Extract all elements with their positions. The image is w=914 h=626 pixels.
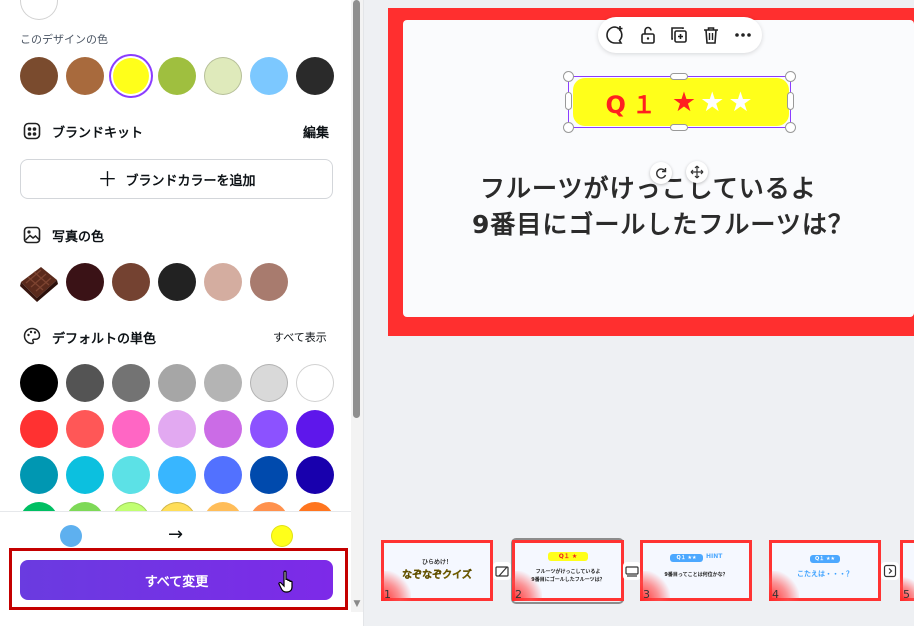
page-thumbnail-4[interactable]: Q１ ★★ こたえは・・・？ 4 [769, 540, 881, 601]
slide-text-line-1[interactable]: フルーツがけっこしているよ [480, 169, 817, 205]
resize-handle-tr[interactable] [785, 71, 796, 82]
rotate-icon[interactable] [650, 162, 672, 184]
thumb-3-badge: Q１ ★★ [670, 554, 703, 562]
page-number-2: 2 [515, 588, 522, 601]
color-panel: このデザインの色 ブランドキット 編集 ＋ ブランドカラーを追加 写真の色 デフ… [0, 0, 364, 626]
more-options-icon[interactable] [732, 24, 754, 46]
design-color-swatch[interactable] [113, 58, 149, 94]
photo-colors-title: 写真の色 [52, 230, 105, 245]
default-color-swatch[interactable] [20, 364, 58, 402]
hand-cursor-icon [278, 570, 293, 593]
resize-handle-top[interactable] [670, 73, 688, 80]
replace-arrow-icon: → [168, 524, 184, 545]
photo-color-swatch[interactable] [250, 263, 288, 301]
default-colors-title: デフォルトの単色 [52, 332, 157, 347]
replace-from-swatch [60, 525, 82, 547]
design-color-swatch[interactable] [250, 57, 288, 95]
photo-color-swatch[interactable] [66, 263, 104, 301]
resize-handle-left[interactable] [565, 92, 572, 110]
default-color-swatch[interactable] [204, 456, 242, 494]
brand-kit-edit-link[interactable]: 編集 [303, 122, 329, 141]
thumb-3-hint: HINT [706, 553, 723, 560]
photo-thumbnail-chocolate[interactable] [19, 262, 59, 302]
page-thumbnail-3[interactable]: Q１ ★★ HINT 9番目ってことは何位かな？ 3 [640, 540, 752, 601]
default-color-swatch[interactable] [250, 364, 288, 402]
page-thumbnail-1[interactable]: ひらめけ！ なぞなぞクイズ 1 [381, 540, 493, 601]
scrollbar-thumb[interactable] [353, 0, 360, 418]
design-color-swatch[interactable] [158, 57, 196, 95]
default-color-swatch[interactable] [296, 410, 334, 448]
default-color-swatch[interactable] [20, 456, 58, 494]
move-icon[interactable] [686, 161, 708, 183]
transition-icon[interactable] [881, 562, 899, 580]
plus-icon: ＋ [97, 167, 118, 191]
resize-handle-br[interactable] [785, 122, 796, 133]
default-color-swatch[interactable] [20, 410, 58, 448]
page-number-3: 3 [643, 588, 650, 601]
photo-icon [23, 226, 41, 244]
replace-to-swatch [271, 525, 293, 547]
page-thumbnail-5[interactable]: 5 [900, 540, 914, 601]
design-color-swatch[interactable] [296, 57, 334, 95]
unlock-icon[interactable] [637, 24, 659, 46]
top-partial-swatch[interactable] [20, 0, 58, 20]
default-color-swatch[interactable] [112, 410, 150, 448]
default-color-swatch[interactable] [112, 364, 150, 402]
design-colors-label: このデザインの色 [20, 33, 108, 46]
default-color-swatch[interactable] [66, 456, 104, 494]
default-color-swatch[interactable] [66, 410, 104, 448]
default-color-swatch[interactable] [158, 364, 196, 402]
thumb-2-badge: Q１ ★ [548, 552, 588, 561]
palette-icon [23, 327, 41, 345]
scroll-down-arrow-icon[interactable]: ▼ [351, 598, 363, 610]
duplicate-icon[interactable] [668, 24, 690, 46]
design-color-swatch[interactable] [204, 57, 242, 95]
add-brand-color-button[interactable]: ＋ ブランドカラーを追加 [20, 159, 333, 199]
element-toolbar [598, 17, 762, 53]
default-color-swatch[interactable] [296, 364, 334, 402]
resize-handle-tl[interactable] [563, 71, 574, 82]
trash-icon[interactable] [700, 24, 722, 46]
resize-handle-bl[interactable] [563, 122, 574, 133]
default-color-swatch[interactable] [250, 456, 288, 494]
page-number-1: 1 [384, 588, 391, 601]
transition-icon[interactable] [493, 562, 511, 580]
default-color-swatch[interactable] [112, 456, 150, 494]
default-color-swatch[interactable] [204, 410, 242, 448]
resize-handle-bottom[interactable] [670, 124, 688, 131]
add-brand-color-label: ブランドカラーを追加 [125, 173, 256, 189]
design-color-swatch[interactable] [20, 57, 58, 95]
default-color-swatch[interactable] [66, 364, 104, 402]
page-number-5: 5 [903, 588, 910, 601]
default-color-swatch[interactable] [204, 364, 242, 402]
default-color-swatch[interactable] [158, 410, 196, 448]
page-thumbnail-2[interactable]: Q１ ★ フルーツがけっこしているよ 9番目にゴールしたフルーツは？ 2 [512, 540, 624, 601]
page-number-4: 4 [772, 588, 779, 601]
slide-text-line-2[interactable]: 9番目にゴールしたフルーツは？ [472, 205, 854, 241]
design-color-swatch[interactable] [66, 57, 104, 95]
default-color-swatch[interactable] [296, 456, 334, 494]
photo-color-swatch[interactable] [112, 263, 150, 301]
default-color-swatch[interactable] [158, 456, 196, 494]
photo-color-swatch[interactable] [204, 263, 242, 301]
thumb-1-caption: ひらめけ！ [421, 559, 452, 566]
selection-box [568, 76, 791, 128]
comment-add-icon[interactable] [604, 24, 626, 46]
brand-kit-icon [23, 122, 41, 140]
brand-kit-title: ブランドキット [52, 126, 144, 141]
default-color-swatch[interactable] [250, 410, 288, 448]
resize-handle-right[interactable] [787, 92, 794, 110]
thumb-4-badge: Q１ ★★ [810, 555, 840, 563]
transition-icon[interactable] [623, 562, 641, 580]
show-all-link[interactable]: すべて表示 [273, 329, 327, 345]
photo-color-swatch[interactable] [158, 263, 196, 301]
